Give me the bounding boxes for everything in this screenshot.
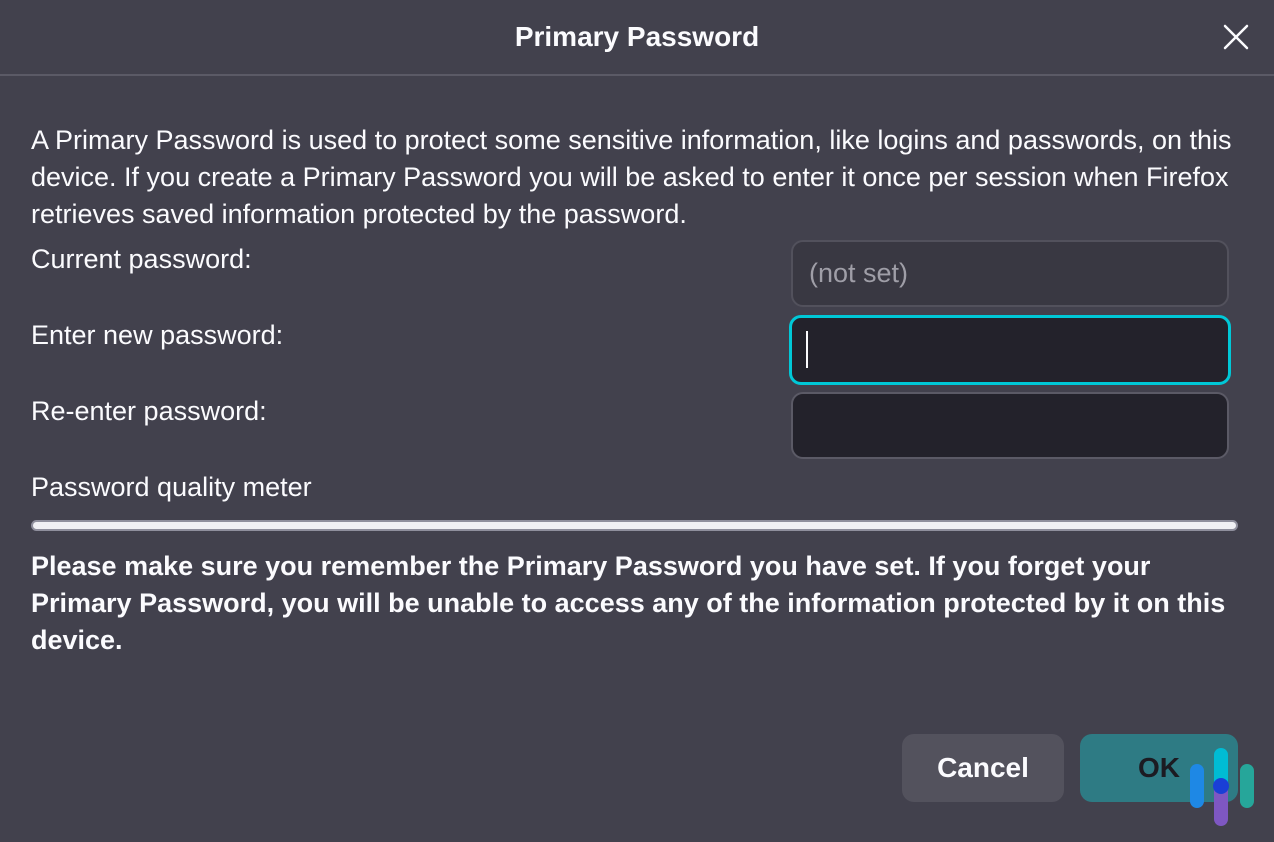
- dialog-titlebar: Primary Password: [0, 0, 1274, 76]
- primary-password-dialog: Primary Password A Primary Password is u…: [0, 0, 1274, 842]
- new-password-label: Enter new password:: [31, 320, 284, 350]
- new-password-field[interactable]: [789, 315, 1231, 385]
- password-quality-label: Password quality meter: [31, 472, 312, 502]
- brand-logo-icon: [1186, 746, 1262, 828]
- dialog-description: A Primary Password is used to protect so…: [31, 125, 1232, 229]
- reenter-password-field[interactable]: [791, 392, 1229, 459]
- close-icon[interactable]: [1219, 20, 1253, 54]
- reenter-password-label: Re-enter password:: [31, 396, 267, 426]
- password-quality-meter: [31, 520, 1238, 531]
- cancel-button[interactable]: Cancel: [902, 734, 1064, 802]
- password-warning-text: Please make sure you remember the Primar…: [31, 551, 1226, 655]
- text-caret: [806, 331, 808, 368]
- dialog-title: Primary Password: [514, 21, 760, 52]
- current-password-field: [791, 240, 1229, 307]
- current-password-label: Current password:: [31, 244, 252, 274]
